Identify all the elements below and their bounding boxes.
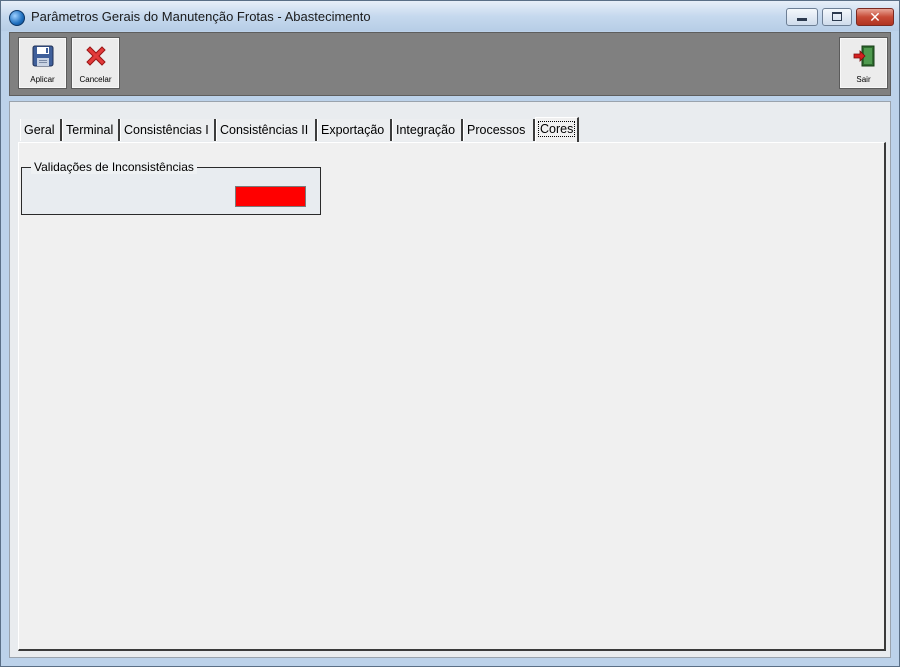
tab-label: Consistências II	[220, 123, 309, 137]
tab-exportacao[interactable]: Exportação	[317, 119, 392, 141]
close-button[interactable]: ✕	[856, 8, 894, 26]
tab-processos[interactable]: Processos	[463, 119, 535, 141]
minimize-icon	[797, 18, 807, 21]
tab-consistencias-ii[interactable]: Consistências II	[216, 119, 317, 141]
client-area: Geral Terminal Consistências I Consistên…	[9, 101, 891, 658]
aplicar-button[interactable]: Aplicar	[18, 37, 67, 89]
tab-cores[interactable]: Cores	[535, 117, 579, 142]
title-bar[interactable]: Parâmetros Gerais do Manutenção Frotas -…	[1, 1, 899, 31]
sair-button[interactable]: Sair	[839, 37, 888, 89]
tab-label: Geral	[24, 123, 55, 137]
tab-geral[interactable]: Geral	[20, 119, 62, 141]
tab-label: Integração	[396, 123, 456, 137]
sair-label: Sair	[856, 75, 871, 84]
maximize-icon	[832, 12, 842, 21]
cancelar-button[interactable]: Cancelar	[71, 37, 120, 89]
exit-door-icon	[853, 45, 875, 67]
tab-panel-cores: Validações de Inconsistências	[18, 142, 886, 651]
app-icon	[9, 10, 25, 26]
inconsistency-color-swatch[interactable]	[235, 186, 306, 207]
tab-consistencias-i[interactable]: Consistências I	[120, 119, 216, 141]
minimize-button[interactable]	[786, 8, 818, 26]
floppy-save-icon	[32, 45, 54, 67]
cancelar-label: Cancelar	[79, 75, 112, 84]
main-window: Parâmetros Gerais do Manutenção Frotas -…	[0, 0, 900, 667]
tab-terminal[interactable]: Terminal	[62, 119, 120, 141]
tab-label: Terminal	[66, 123, 114, 137]
tab-label: Cores	[537, 121, 576, 137]
aplicar-label: Aplicar	[30, 75, 55, 84]
tab-label: Processos	[467, 123, 526, 137]
red-x-cancel-icon	[86, 46, 106, 66]
tab-label: Exportação	[321, 123, 385, 137]
validacoes-groupbox: Validações de Inconsistências	[21, 160, 321, 215]
maximize-button[interactable]	[822, 8, 852, 26]
tab-integracao[interactable]: Integração	[392, 119, 463, 141]
groupbox-title: Validações de Inconsistências	[31, 160, 197, 174]
tab-label: Consistências I	[124, 123, 209, 137]
toolbar: Aplicar Cancelar Sair	[9, 32, 891, 96]
close-icon: ✕	[869, 9, 881, 25]
window-title: Parâmetros Gerais do Manutenção Frotas -…	[31, 9, 371, 24]
